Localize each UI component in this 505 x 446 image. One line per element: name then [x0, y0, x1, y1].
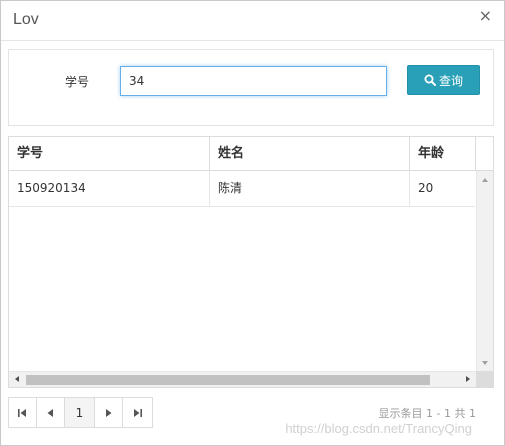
horizontal-scrollbar[interactable] — [9, 371, 493, 387]
column-header-id[interactable]: 学号 — [9, 137, 210, 170]
last-page-button[interactable] — [123, 398, 151, 427]
horizontal-scroll-thumb[interactable] — [26, 375, 430, 385]
cell-age: 20 — [418, 181, 434, 195]
column-header-name[interactable]: 姓名 — [210, 137, 410, 170]
watermark: https://blog.csdn.net/TrancyQing — [285, 421, 472, 436]
pagination: 1 — [8, 397, 153, 428]
scroll-right-icon[interactable] — [466, 376, 470, 382]
dialog-header: Lov × — [1, 1, 504, 41]
dialog-title: Lov — [13, 11, 39, 28]
scroll-up-icon[interactable] — [482, 178, 488, 182]
first-page-icon — [18, 408, 26, 417]
grid-header: 学号 姓名 年龄 — [9, 137, 493, 171]
cell-name: 陈清 — [210, 171, 410, 206]
pagination-status: 显示条目 1 - 1 共 1 — [378, 407, 476, 420]
scrollbar-corner — [476, 371, 493, 387]
search-panel: 学号 查询 — [8, 49, 494, 126]
next-page-button[interactable] — [95, 398, 123, 427]
scroll-left-icon[interactable] — [15, 376, 19, 382]
result-grid: 学号 姓名 年龄 150920134 陈清 20 — [8, 136, 494, 388]
table-row[interactable]: 150920134 陈清 20 — [9, 171, 475, 207]
search-icon — [424, 74, 436, 86]
scroll-down-icon[interactable] — [482, 361, 488, 365]
last-page-icon — [133, 408, 142, 417]
cell-id: 150920134 — [9, 171, 210, 206]
vertical-scrollbar[interactable] — [476, 171, 493, 371]
next-page-icon — [106, 408, 112, 417]
close-icon[interactable]: × — [479, 7, 492, 25]
search-button-label: 查询 — [438, 73, 463, 88]
search-input[interactable] — [120, 66, 387, 96]
prev-page-icon — [47, 408, 53, 417]
search-button[interactable]: 查询 — [407, 65, 480, 95]
first-page-button[interactable] — [9, 398, 37, 427]
search-label: 学号 — [65, 75, 90, 89]
column-header-age[interactable]: 年龄 — [410, 137, 476, 170]
current-page-button[interactable]: 1 — [65, 398, 95, 427]
prev-page-button[interactable] — [37, 398, 65, 427]
lov-dialog: Lov × 学号 查询 学号 姓名 年龄 150920134 陈清 20 — [0, 0, 505, 446]
